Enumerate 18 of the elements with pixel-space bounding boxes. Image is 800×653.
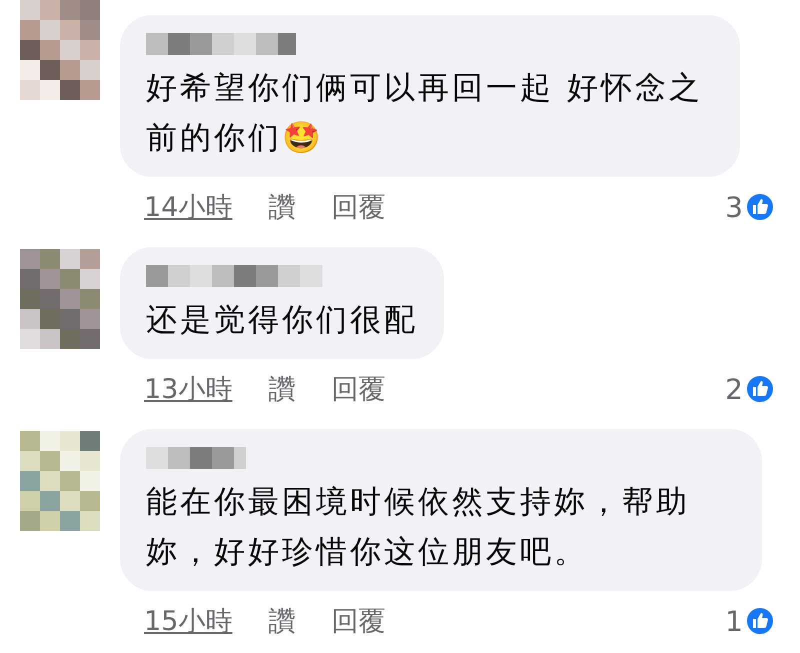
timestamp-link[interactable]: 15小時 bbox=[144, 603, 232, 639]
like-link[interactable]: 讚 bbox=[268, 371, 296, 407]
comment-text: 还是觉得你们很配 bbox=[146, 301, 418, 340]
comment-text: 能在你最困境时候依然支持妳，帮助妳，好好珍惜你这位朋友吧。 bbox=[146, 483, 691, 572]
reaction-count: 3 bbox=[725, 190, 743, 224]
thumbs-up-icon bbox=[745, 374, 775, 404]
like-link[interactable]: 讚 bbox=[268, 189, 296, 225]
timestamp-link[interactable]: 14小時 bbox=[144, 189, 232, 225]
reaction-count: 1 bbox=[725, 604, 743, 638]
reply-link[interactable]: 回覆 bbox=[331, 371, 386, 407]
thumbs-up-icon bbox=[745, 192, 775, 222]
thumbs-up-icon bbox=[745, 606, 775, 636]
reply-link[interactable]: 回覆 bbox=[331, 603, 386, 639]
comment-text: 好希望你们俩可以再回一起 好怀念之前的你们🤩 bbox=[146, 69, 704, 158]
reply-link[interactable]: 回覆 bbox=[331, 189, 386, 225]
like-link[interactable]: 讚 bbox=[268, 603, 296, 639]
reaction-count: 2 bbox=[725, 372, 743, 406]
timestamp-link[interactable]: 13小時 bbox=[144, 371, 232, 407]
